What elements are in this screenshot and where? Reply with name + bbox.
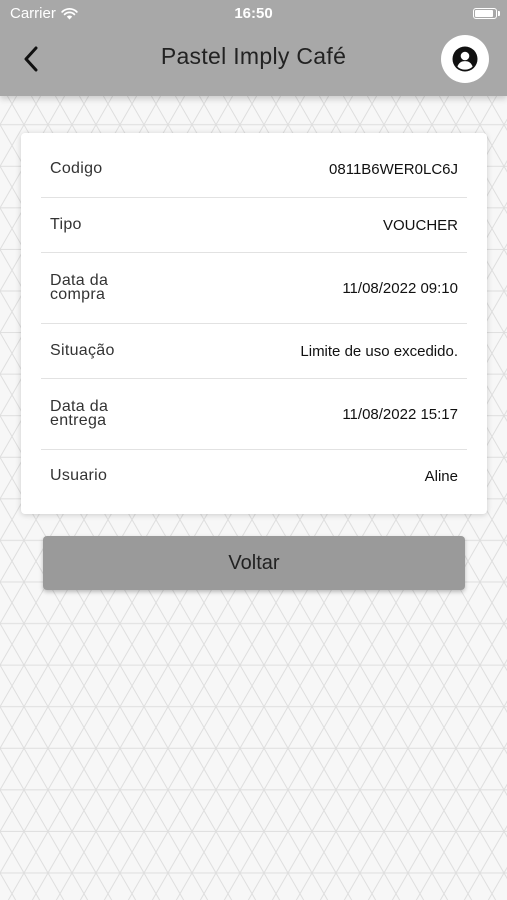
detail-row-data-entrega: Data da entrega 11/08/2022 15:17 <box>41 379 467 450</box>
detail-label: Data da entrega <box>50 398 109 429</box>
detail-row-usuario: Usuario Aline <box>41 450 467 502</box>
detail-row-data-compra: Data da compra 11/08/2022 09:10 <box>41 253 467 324</box>
detail-value: Aline <box>424 467 458 485</box>
voucher-details-card: Codigo 0811B6WER0LC6J Tipo VOUCHER Data … <box>21 133 487 514</box>
detail-value: 11/08/2022 15:17 <box>342 405 458 423</box>
detail-label: Situação <box>50 342 115 359</box>
status-time: 16:50 <box>234 5 273 22</box>
app-header: Carrier 16:50 Pastel Imply Café <box>0 0 507 96</box>
detail-row-situacao: Situação Limite de uso excedido. <box>41 324 467 379</box>
profile-button[interactable] <box>441 35 489 83</box>
detail-value: Limite de uso excedido. <box>300 342 458 360</box>
detail-value: 0811B6WER0LC6J <box>329 160 458 178</box>
detail-row-tipo: Tipo VOUCHER <box>41 198 467 253</box>
voltar-button[interactable]: Voltar <box>43 536 465 590</box>
detail-label: Data da compra <box>50 272 109 303</box>
detail-value: VOUCHER <box>382 216 458 234</box>
detail-label: Codigo <box>50 160 103 177</box>
status-bar: Carrier 16:50 <box>0 0 507 28</box>
battery-level <box>475 10 494 17</box>
page-title: Pastel Imply Café <box>160 43 347 69</box>
battery-icon <box>473 8 500 19</box>
detail-label: Tipo <box>50 216 82 233</box>
detail-value: 11/08/2022 09:10 <box>342 279 458 297</box>
user-circle-icon <box>452 46 478 72</box>
detail-row-codigo: Codigo 0811B6WER0LC6J <box>41 141 467 198</box>
detail-label: Usuario <box>50 467 108 484</box>
